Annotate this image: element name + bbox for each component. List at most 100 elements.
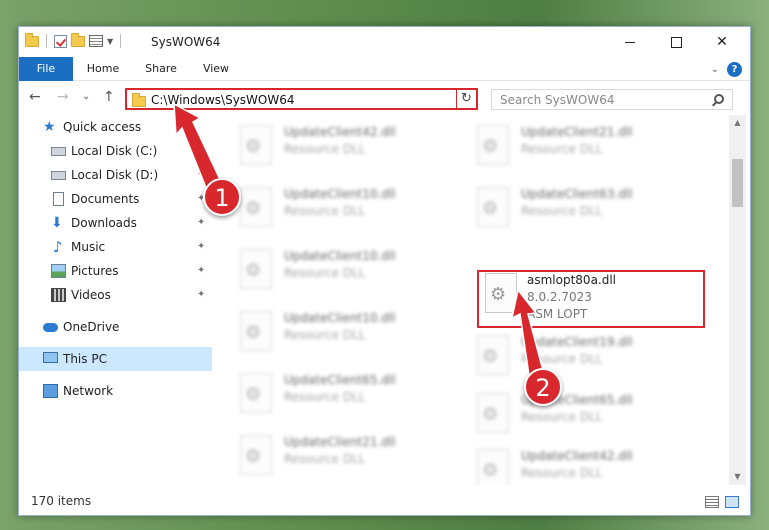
sidebar-item-label: Videos: [71, 288, 111, 302]
sidebar-item-label: OneDrive: [63, 320, 120, 334]
sidebar-item-videos[interactable]: Videos ✦: [19, 283, 212, 307]
window-title: SysWOW64: [151, 35, 221, 49]
maximize-button[interactable]: [653, 27, 699, 57]
file-name: UpdateClient10.dll: [284, 249, 396, 263]
sidebar-item-label: Local Disk (C:): [71, 144, 158, 158]
back-arrow-icon[interactable]: ←: [29, 89, 41, 105]
large-icons-view-icon[interactable]: [725, 496, 739, 508]
quick-access-toolbar: ▼: [25, 32, 124, 48]
file-type: Resource DLL: [284, 328, 366, 342]
file-name: UpdateClient63.dll: [521, 187, 633, 201]
forward-arrow-icon[interactable]: →: [57, 89, 69, 105]
downloads-icon: [51, 211, 66, 235]
star-icon: [43, 115, 58, 139]
pin-icon[interactable]: ✦: [197, 211, 205, 235]
customize-toolbar-icon[interactable]: ▼: [107, 37, 113, 46]
sidebar-item-label: Local Disk (D:): [71, 168, 159, 182]
sidebar-item-music[interactable]: Music ✦: [19, 235, 212, 259]
file-list: UpdateClient42.dll Resource DLL UpdateCl…: [214, 115, 729, 485]
file-name: UpdateClient42.dll: [521, 449, 633, 463]
music-icon: [51, 235, 66, 259]
scroll-up-icon[interactable]: ▲: [729, 115, 746, 131]
file-type: Resource DLL: [284, 390, 366, 404]
file-item[interactable]: UpdateClient42.dll Resource DLL: [471, 445, 681, 485]
scroll-down-icon[interactable]: ▼: [729, 469, 746, 485]
sidebar-item-network[interactable]: Network: [19, 379, 212, 403]
expand-ribbon-icon[interactable]: ⌄: [711, 64, 719, 75]
pin-icon[interactable]: ✦: [197, 235, 205, 259]
help-icon[interactable]: ?: [727, 62, 742, 77]
properties-check-icon[interactable]: [54, 34, 67, 48]
scrollbar-thumb[interactable]: [732, 159, 743, 207]
minimize-button[interactable]: [607, 27, 653, 57]
file-item[interactable]: UpdateClient21.dll Resource DLL: [234, 431, 444, 479]
file-item[interactable]: UpdateClient21.dll Resource DLL: [471, 121, 681, 169]
sidebar-item-local-disk-c[interactable]: Local Disk (C:) ✦: [19, 139, 212, 163]
dll-file-icon: [240, 373, 272, 413]
file-item[interactable]: UpdateClient42.dll Resource DLL: [234, 121, 444, 169]
file-type: Resource DLL: [521, 352, 603, 366]
file-name: UpdateClient21.dll: [284, 435, 396, 449]
search-icon[interactable]: [714, 94, 724, 104]
address-row: ← → ⌄ ↑ C:\Windows\SysWOW64 ⌄ ↻ Search S…: [19, 83, 750, 113]
up-arrow-icon[interactable]: ↑: [103, 89, 115, 105]
address-bar[interactable]: C:\Windows\SysWOW64 ⌄: [125, 88, 477, 110]
sidebar-item-pictures[interactable]: Pictures ✦: [19, 259, 212, 283]
sidebar-item-label: Downloads: [71, 216, 137, 230]
tab-view[interactable]: View: [193, 57, 239, 81]
dll-file-icon: [240, 249, 272, 289]
sidebar-item-label: Documents: [71, 192, 140, 206]
file-type: Resource DLL: [521, 142, 603, 156]
file-item[interactable]: UpdateClient63.dll Resource DLL: [471, 183, 681, 231]
title-bar: ▼ SysWOW64 ✕: [19, 27, 750, 57]
sidebar-item-documents[interactable]: Documents ✦: [19, 187, 212, 211]
properties-icon[interactable]: [89, 35, 103, 47]
details-view-icon[interactable]: [705, 496, 719, 508]
file-item[interactable]: UpdateClient10.dll Resource DLL: [234, 245, 444, 293]
close-button[interactable]: ✕: [699, 27, 745, 57]
file-item[interactable]: UpdateClient19.dll Resource DLL: [471, 331, 681, 379]
item-count: 170 items: [31, 494, 92, 508]
pin-icon[interactable]: ✦: [197, 163, 205, 187]
refresh-button[interactable]: ↻: [456, 88, 478, 110]
file-name: UpdateClient19.dll: [521, 335, 633, 349]
sidebar-item-onedrive[interactable]: OneDrive: [19, 315, 212, 339]
sidebar-item-label: Network: [63, 384, 114, 398]
file-item[interactable]: UpdateClient65.dll Resource DLL: [234, 369, 444, 417]
step-2-badge: 2: [524, 368, 562, 406]
sidebar-item-label: Pictures: [71, 264, 119, 278]
vertical-scrollbar[interactable]: ▲ ▼: [729, 115, 746, 485]
videos-icon: [51, 288, 66, 302]
sidebar-item-downloads[interactable]: Downloads ✦: [19, 211, 212, 235]
file-item[interactable]: UpdateClient10.dll Resource DLL: [234, 307, 444, 355]
onedrive-icon: [43, 323, 58, 332]
sidebar-item-quick-access[interactable]: Quick access: [19, 115, 212, 139]
file-item[interactable]: UpdateClient10.dll Resource DLL: [234, 183, 444, 231]
step-1-badge: 1: [203, 178, 241, 216]
address-path[interactable]: C:\Windows\SysWOW64: [151, 93, 295, 107]
file-name: UpdateClient65.dll: [284, 373, 396, 387]
dll-file-icon: [477, 449, 509, 485]
sidebar-item-local-disk-d[interactable]: Local Disk (D:) ✦: [19, 163, 212, 187]
file-type: Resource DLL: [521, 410, 603, 424]
file-name: UpdateClient10.dll: [284, 187, 396, 201]
sidebar-item-this-pc[interactable]: This PC: [19, 347, 212, 371]
dll-file-icon: [477, 335, 509, 375]
file-type: Resource DLL: [284, 142, 366, 156]
file-type: Resource DLL: [284, 204, 366, 218]
pin-icon[interactable]: ✦: [197, 139, 205, 163]
search-input[interactable]: Search SysWOW64: [491, 89, 733, 110]
ribbon-tabs: File Home Share View ⌄ ?: [19, 57, 750, 81]
pictures-icon: [51, 264, 66, 278]
pin-icon[interactable]: ✦: [197, 259, 205, 283]
tab-file[interactable]: File: [19, 57, 73, 81]
tab-home[interactable]: Home: [79, 57, 127, 81]
dll-file-icon: [477, 187, 509, 227]
file-item[interactable]: UpdateClient65.dll Resource DLL: [471, 389, 681, 437]
sidebar-item-label: This PC: [63, 352, 107, 366]
navigation-pane: Quick access Local Disk (C:) ✦ Local Dis…: [19, 115, 212, 485]
tab-share[interactable]: Share: [137, 57, 185, 81]
new-folder-icon[interactable]: [71, 32, 85, 47]
recent-locations-icon[interactable]: ⌄: [82, 91, 90, 102]
pin-icon[interactable]: ✦: [197, 283, 205, 307]
